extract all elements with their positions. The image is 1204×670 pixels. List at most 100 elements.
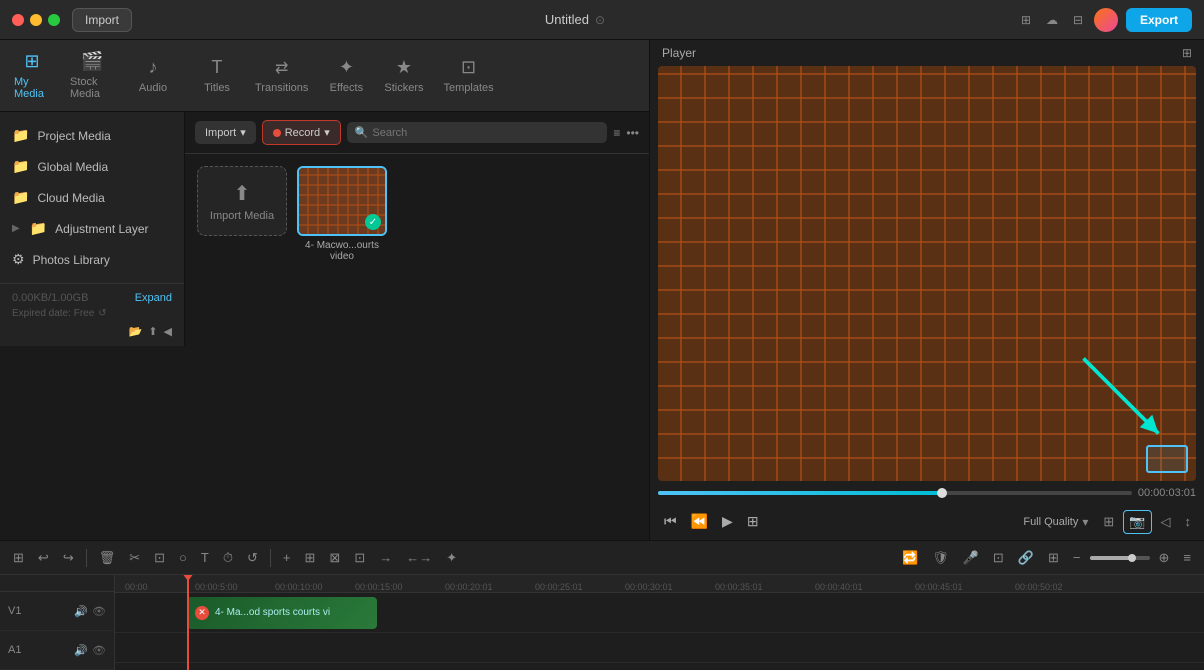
player-icon-1[interactable]: ⊞ — [1098, 510, 1119, 534]
sidebar-footer: 0.00KB/1.00GB Expand Expired date: Free … — [0, 283, 184, 346]
track-clip-v1[interactable]: ✕ 4- Ma...od sports courts vi — [187, 597, 377, 629]
refresh-icon[interactable]: ↺ — [98, 308, 106, 319]
tl-undo-btn[interactable]: ↩ — [33, 547, 54, 569]
media-thumbnail-1[interactable]: ✓ — [297, 166, 387, 236]
avatar[interactable] — [1094, 8, 1118, 32]
screenshot-button[interactable]: 📷 — [1123, 510, 1151, 534]
track-a1-eye-btn[interactable]: 👁 — [92, 644, 106, 657]
clip-delete-icon[interactable]: ✕ — [195, 606, 209, 620]
zoom-control — [1090, 556, 1150, 560]
tab-stickers[interactable]: ★ Stickers — [374, 49, 433, 102]
storage-info: 0.00KB/1.00GB Expand — [12, 292, 172, 304]
tl-redo-btn[interactable]: ↪ — [58, 547, 79, 569]
tl-mic-btn[interactable]: 🎤 — [958, 547, 984, 569]
tl-caption-btn[interactable]: ⊡ — [988, 547, 1009, 569]
tl-refresh-btn[interactable]: ↺ — [242, 547, 263, 569]
folder-icon-adjustment: 📁 — [30, 220, 47, 237]
sidebar-footer-icons: 📂 ⬆ ◀ — [12, 325, 172, 338]
player-icon-3[interactable]: ◁ — [1156, 510, 1176, 534]
fullscreen-player-button[interactable]: ⊞ — [741, 509, 765, 534]
filter-icon[interactable]: ≡ — [613, 126, 620, 140]
add-folder-icon[interactable]: 📂 — [129, 325, 143, 338]
tab-audio[interactable]: ♪ Audio — [125, 49, 181, 102]
tl-circle-btn[interactable]: ○ — [174, 547, 192, 568]
zoom-slider[interactable] — [1090, 556, 1150, 560]
timeline-ruler: 00:00 00:00:5:00 00:00:10:00 00:00:15:00… — [115, 575, 1204, 593]
tl-minus-btn[interactable]: − — [1068, 547, 1086, 568]
timeline-playhead[interactable] — [187, 575, 189, 670]
record-button[interactable]: Record ▾ — [262, 120, 341, 145]
step-back-button[interactable]: ⏪ — [685, 509, 714, 534]
sidebar-item-project-media[interactable]: 📁 Project Media — [0, 120, 184, 151]
track-v1-eye-btn[interactable]: 👁 — [92, 605, 106, 618]
titlebar: Import Untitled ⊙ ⊞ ☁ ⊟ Export — [0, 0, 1204, 40]
tl-split-btn[interactable]: ⊞ — [1043, 547, 1064, 569]
tl-plus-btn[interactable]: + — [278, 547, 296, 568]
track-a1-speaker-btn[interactable]: 🔊 — [74, 644, 88, 657]
upload-icon[interactable]: ⬆ — [148, 325, 157, 338]
tl-box-btn[interactable]: ⊡ — [349, 547, 370, 569]
track-v1-speaker-btn[interactable]: 🔊 — [74, 605, 88, 618]
tab-templates[interactable]: ⊡ Templates — [434, 49, 504, 102]
player-area: Player ⊞ 00:00:03:01 ⏮ ⏪ ▶ ⊞ Full — [650, 40, 1204, 540]
player-icon-4[interactable]: ↕ — [1180, 510, 1197, 534]
tl-add-track-btn[interactable]: ⊕ — [1154, 547, 1175, 569]
tl-timer-btn[interactable]: ⏱ — [218, 547, 238, 569]
quality-label: Full Quality — [1023, 516, 1078, 528]
tab-my-media[interactable]: ⊞ My Media — [4, 43, 60, 108]
tab-titles[interactable]: T Titles — [189, 49, 245, 102]
tl-copy-btn[interactable]: ⊡ — [149, 547, 170, 569]
fullscreen-button[interactable] — [48, 14, 60, 26]
minimize-button[interactable] — [30, 14, 42, 26]
expand-icon[interactable]: ⊞ — [1182, 46, 1192, 60]
tl-text-btn[interactable]: T — [196, 547, 214, 568]
import-media-button[interactable]: Import ▾ — [195, 121, 256, 144]
tab-effects[interactable]: ✦ Effects — [318, 49, 374, 102]
tl-snap-btn[interactable]: ⊞ — [8, 547, 29, 569]
title-text: Untitled — [545, 12, 589, 27]
tab-stock-media[interactable]: 🎬 Stock Media — [60, 43, 125, 108]
ruler-tick-4: 00:00:20:01 — [445, 582, 493, 592]
track-row-v1: ✕ 4- Ma...od sports courts vi — [115, 593, 1204, 633]
tl-sep-2 — [270, 549, 271, 567]
tl-expand-btn[interactable]: ←→ — [401, 547, 437, 568]
ruler-tick-5: 00:00:25:01 — [535, 582, 583, 592]
tl-cross-btn[interactable]: ⊠ — [324, 547, 345, 569]
sidebar-item-photos-library[interactable]: ⚙ Photos Library — [0, 244, 184, 275]
import-button[interactable]: Import — [72, 8, 132, 32]
tl-shield-btn[interactable]: 🛡 — [927, 547, 954, 569]
collapse-icon[interactable]: ◀ — [164, 325, 172, 338]
ruler-tick-0: 00:00 — [125, 582, 148, 592]
tl-grid-btn[interactable]: ⊞ — [300, 547, 321, 569]
sidebar-item-global-media[interactable]: 📁 Global Media — [0, 151, 184, 182]
tl-delete-btn[interactable]: 🗑 — [94, 547, 121, 569]
player-progress-bar[interactable] — [658, 491, 1132, 495]
tl-sep-1 — [86, 549, 87, 567]
grid-icon[interactable]: ⊟ — [1070, 12, 1086, 28]
play-button[interactable]: ▶ — [716, 509, 739, 534]
title-status-icon: ⊙ — [595, 13, 605, 27]
tl-effects2-btn[interactable]: ✦ — [441, 547, 462, 569]
folder-icon: 📁 — [12, 127, 29, 144]
tl-loop-btn[interactable]: 🔁 — [897, 547, 923, 569]
cloud-icon[interactable]: ☁ — [1044, 12, 1060, 28]
tl-arrow-btn[interactable]: → — [374, 547, 397, 568]
export-button[interactable]: Export — [1126, 8, 1192, 32]
tab-transitions[interactable]: ⇄ Transitions — [245, 50, 318, 102]
tl-link-btn[interactable]: 🔗 — [1013, 547, 1039, 569]
track-v1-icons: 🔊 👁 — [74, 605, 106, 618]
media-content: ⬆ Import Media ✓ 4- Macwo...ourts video — [185, 154, 649, 274]
skip-back-button[interactable]: ⏮ — [658, 509, 683, 534]
tl-list-btn[interactable]: ≡ — [1178, 547, 1196, 568]
expand-link[interactable]: Expand — [135, 292, 172, 304]
import-media-button-thumb[interactable]: ⬆ Import Media — [197, 166, 287, 236]
sidebar-item-adjustment-layer[interactable]: ▶ 📁 Adjustment Layer — [0, 213, 184, 244]
more-icon[interactable]: ••• — [626, 126, 639, 140]
sidebar: 📁 Project Media 📁 Global Media 📁 Cloud M… — [0, 112, 185, 346]
close-button[interactable] — [12, 14, 24, 26]
search-input[interactable] — [372, 127, 599, 139]
tl-cut-btn[interactable]: ✂ — [124, 547, 145, 569]
monitor-icon[interactable]: ⊞ — [1018, 12, 1034, 28]
effects-icon: ✦ — [339, 57, 354, 78]
sidebar-item-cloud-media[interactable]: 📁 Cloud Media — [0, 182, 184, 213]
